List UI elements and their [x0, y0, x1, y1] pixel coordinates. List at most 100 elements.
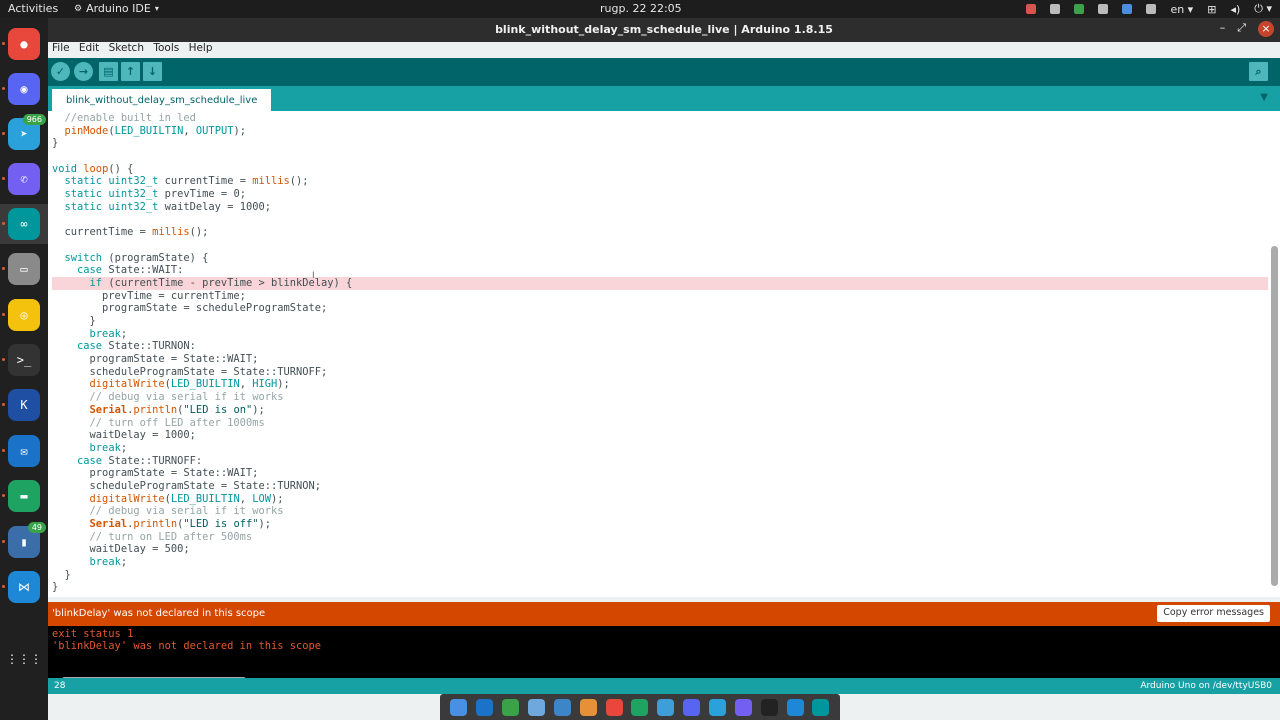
discord-icon[interactable]: ◉	[8, 73, 40, 105]
clock[interactable]: rugp. 22 22:05	[600, 2, 730, 15]
terminal-task-icon[interactable]	[760, 698, 778, 716]
code-line[interactable]: break;	[52, 556, 1268, 569]
code-line[interactable]: // turn off LED after 1000ms	[52, 417, 1268, 430]
power-icon[interactable]: ⏻ ▾	[1254, 2, 1272, 16]
shield-icon[interactable]	[1074, 4, 1085, 14]
code-line[interactable]: case State::WAIT:	[52, 264, 1268, 277]
telegram-icon[interactable]: ➤ 966	[8, 114, 46, 150]
minimize-button[interactable]: –	[1220, 21, 1226, 37]
phone-task-icon[interactable]	[528, 698, 545, 716]
maximize-button[interactable]: ⤢	[1237, 21, 1246, 37]
code-line[interactable]	[52, 150, 1268, 163]
code-line[interactable]: programState = State::WAIT;	[52, 467, 1268, 480]
show-apps-icon[interactable]: ⋮⋮⋮	[6, 643, 42, 675]
notes-icon[interactable]: ▮ 49	[8, 522, 46, 558]
viber-tray-icon[interactable]	[1146, 4, 1157, 14]
viber-icon[interactable]: ✆	[8, 163, 40, 195]
maps-task-icon[interactable]	[657, 698, 675, 716]
open-button[interactable]: ↑	[121, 62, 140, 81]
tab-menu-icon[interactable]: ▼	[1260, 92, 1268, 103]
arduino-icon[interactable]: ∞	[8, 208, 40, 240]
code-line[interactable]: case State::TURNOFF:	[52, 455, 1268, 468]
viber-task-icon[interactable]	[734, 698, 752, 716]
klogg-icon[interactable]: K	[8, 389, 40, 421]
code-line[interactable]: digitalWrite(LED_BUILTIN, HIGH);	[52, 378, 1268, 391]
code-line[interactable]: }	[52, 569, 1268, 582]
code-line[interactable]: switch (programState) {	[52, 252, 1268, 265]
code-line[interactable]: programState = State::WAIT;	[52, 353, 1268, 366]
thunderbird-icon[interactable]: ✉	[8, 435, 40, 467]
menu-file[interactable]: File	[52, 42, 70, 54]
code-line[interactable]: case State::TURNON:	[52, 340, 1268, 353]
code-line[interactable]: // debug via serial if it works	[52, 505, 1268, 518]
code-line[interactable]: static uint32_t currentTime = millis();	[52, 175, 1268, 188]
code-line[interactable]: void loop() {	[52, 163, 1268, 176]
code-line[interactable]: break;	[52, 442, 1268, 455]
code-line[interactable]: static uint32_t waitDelay = 1000;	[52, 201, 1268, 214]
arduino-ide-task-icon[interactable]	[812, 698, 830, 716]
code-line[interactable]: }	[52, 137, 1268, 150]
vscode-task-icon[interactable]	[786, 698, 804, 716]
network-tray-icon[interactable]	[1122, 4, 1133, 14]
serial-monitor-button[interactable]: ⌕	[1249, 62, 1268, 81]
files-task-icon[interactable]	[553, 698, 571, 716]
code-line[interactable]: }	[52, 581, 1268, 594]
chat-icon[interactable]: ▬	[8, 480, 40, 512]
code-line[interactable]: // debug via serial if it works	[52, 391, 1268, 404]
chat-task-icon[interactable]	[631, 698, 649, 716]
calendar-task-icon[interactable]	[579, 698, 597, 716]
code-line[interactable]: currentTime = millis();	[52, 226, 1268, 239]
code-line[interactable]: Serial.println("LED is off");	[52, 518, 1268, 531]
app-menu[interactable]: ⚙ Arduino IDE ▾	[74, 2, 159, 15]
menu-help[interactable]: Help	[189, 42, 213, 54]
verify-button[interactable]: ✓	[51, 62, 70, 81]
telegram-tray-icon[interactable]	[1098, 4, 1109, 14]
code-line[interactable]: //enable built in led	[52, 112, 1268, 125]
discord-tray-icon[interactable]	[1050, 4, 1061, 14]
terminal-icon[interactable]: >_	[8, 344, 40, 376]
copy-error-button[interactable]: Copy error messages	[1157, 605, 1270, 622]
language-indicator[interactable]: en ▾	[1170, 3, 1193, 16]
upload-button[interactable]: →	[74, 62, 93, 81]
telegram-task-icon[interactable]	[709, 698, 727, 716]
rhythmbox-icon[interactable]: ◎	[8, 299, 40, 331]
menu-tools[interactable]: Tools	[153, 42, 179, 54]
vertical-scrollbar[interactable]	[1271, 246, 1278, 586]
title-bar[interactable]: blink_without_delay_sm_schedule_live | A…	[48, 18, 1280, 42]
code-line[interactable]: scheduleProgramState = State::TURNOFF;	[52, 366, 1268, 379]
code-line[interactable]: waitDelay = 1000;	[52, 429, 1268, 442]
code-editor[interactable]: //enable built in led pinMode(LED_BUILTI…	[48, 111, 1280, 597]
arduino-task-icon[interactable]	[502, 698, 520, 716]
code-line[interactable]: break;	[52, 328, 1268, 341]
activities-button[interactable]: Activities	[8, 2, 58, 15]
tab-sketch[interactable]: blink_without_delay_sm_schedule_live	[52, 89, 272, 111]
save-button[interactable]: ↓	[143, 62, 162, 81]
console-output[interactable]: exit status 1 'blinkDelay' was not decla…	[48, 626, 1280, 676]
code-area[interactable]: //enable built in led pinMode(LED_BUILTI…	[52, 112, 1268, 594]
code-line[interactable]: pinMode(LED_BUILTIN, OUTPUT);	[52, 125, 1268, 138]
code-line[interactable]	[52, 239, 1268, 252]
discord-task-icon[interactable]	[683, 698, 701, 716]
code-line[interactable]: prevTime = currentTime;	[52, 290, 1268, 303]
close-button[interactable]: ×	[1258, 21, 1274, 37]
camera-icon[interactable]	[1026, 4, 1037, 14]
network-icon[interactable]: ⊞	[1207, 3, 1216, 16]
code-line[interactable]: programState = scheduleProgramState;	[52, 302, 1268, 315]
code-line[interactable]: }	[52, 315, 1268, 328]
volume-icon[interactable]: ◂)	[1230, 3, 1240, 16]
code-line[interactable]: waitDelay = 500;	[52, 543, 1268, 556]
menu-sketch[interactable]: Sketch	[109, 42, 144, 54]
files-icon[interactable]: ▭	[8, 253, 40, 285]
menu-edit[interactable]: Edit	[79, 42, 99, 54]
code-line[interactable]	[52, 214, 1268, 227]
code-line[interactable]: Serial.println("LED is on");	[52, 404, 1268, 417]
code-line[interactable]: static uint32_t prevTime = 0;	[52, 188, 1268, 201]
chrome-icon[interactable]: ●	[8, 28, 40, 60]
chrome-task-icon[interactable]	[605, 698, 623, 716]
code-line[interactable]: scheduleProgramState = State::TURNON;	[52, 480, 1268, 493]
error-code-line[interactable]: if (currentTime - prevTime > blinkDelay)…	[52, 276, 1268, 290]
new-button[interactable]: ▤	[99, 62, 118, 81]
code-line[interactable]: digitalWrite(LED_BUILTIN, LOW);	[52, 493, 1268, 506]
notes-task-icon[interactable]	[450, 698, 468, 716]
thunderbird-task-icon[interactable]	[476, 698, 494, 716]
